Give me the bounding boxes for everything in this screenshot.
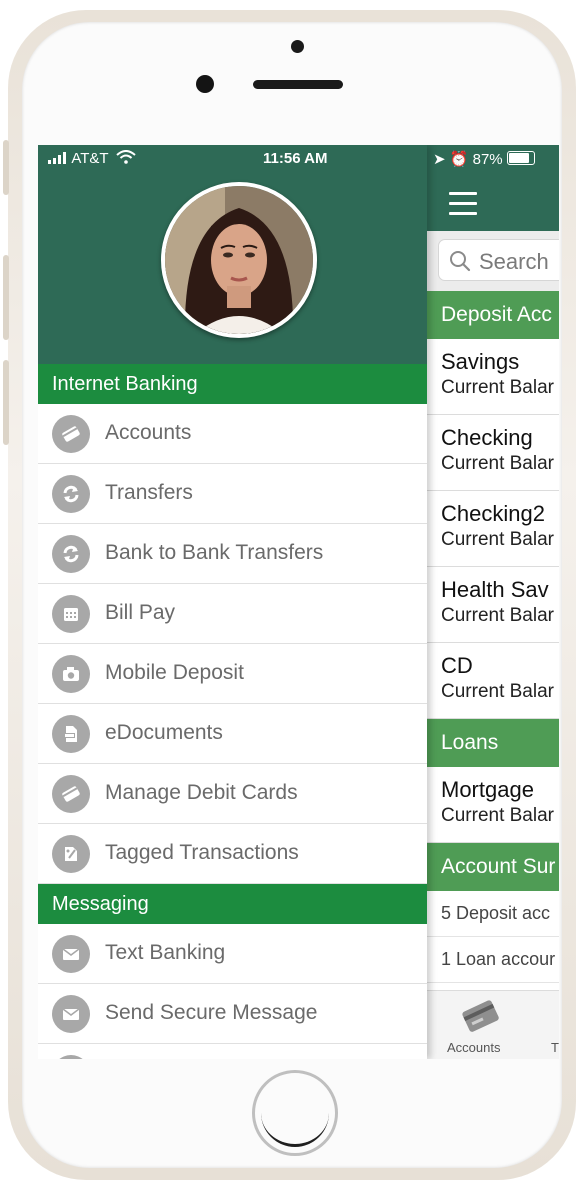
wifi-icon [116, 150, 137, 168]
alarm-icon: ⏰ [449, 151, 469, 168]
tag-icon [52, 835, 90, 873]
account-summary-header: Account Sur [427, 843, 559, 891]
search-icon [450, 251, 471, 272]
loan-row[interactable]: Mortgage Current Balar [427, 767, 559, 843]
account-row[interactable]: Savings Current Balar [427, 339, 559, 415]
carrier-name: AT&T [71, 150, 109, 167]
tab-second[interactable]: T [551, 1040, 559, 1055]
partial-icon [52, 1055, 90, 1059]
menu-item-partial[interactable] [38, 1044, 427, 1059]
battery-percent: 87% [472, 151, 503, 168]
menu-item-mobile-deposit[interactable]: Mobile Deposit [38, 644, 427, 704]
menu-item-accounts[interactable]: Accounts [38, 404, 427, 464]
status-time: 11:56 AM [263, 150, 328, 167]
menu-item-text-banking[interactable]: Text Banking [38, 924, 427, 984]
account-name: Checking2 [441, 501, 545, 526]
account-balance: Current Balar [441, 529, 554, 550]
summary-line: 5 Deposit acc [427, 891, 559, 937]
envelope-icon [52, 995, 90, 1033]
account-row[interactable]: Checking Current Balar [427, 415, 559, 491]
accounts-card-icon[interactable] [459, 999, 503, 1035]
transfer-icon [52, 475, 90, 513]
drawer-header: AT&T 11:56 AM [38, 145, 427, 364]
account-row[interactable]: CD Current Balar [427, 643, 559, 719]
volume-down-button [3, 360, 9, 445]
location-icon: ➤ [433, 151, 446, 168]
hamburger-menu-icon[interactable] [449, 192, 477, 222]
menu-item-label: Transfers [105, 481, 193, 504]
menu-item-label: eDocuments [105, 721, 223, 744]
menu-item-edocuments[interactable]: eDocuments [38, 704, 427, 764]
battery-icon [506, 151, 535, 165]
volume-up-button [3, 255, 9, 340]
profile-avatar[interactable] [161, 182, 317, 338]
search-placeholder: Search [479, 249, 549, 274]
card-icon [52, 415, 90, 453]
document-icon [52, 715, 90, 753]
menu-item-bill-pay[interactable]: Bill Pay [38, 584, 427, 644]
calendar-icon [52, 595, 90, 633]
summary-line: 1 Loan accour [427, 937, 559, 983]
mute-switch [3, 140, 9, 195]
account-name: Savings [441, 349, 520, 374]
envelope-icon [52, 935, 90, 973]
menu-item-label: Bill Pay [105, 601, 176, 624]
card-icon [52, 775, 90, 813]
transfer-icon [52, 535, 90, 573]
menu-item-label: Tagged Transactions [105, 841, 299, 864]
status-left: AT&T [48, 150, 137, 168]
account-row[interactable]: Health Sav Current Balar [427, 567, 559, 643]
proximity-sensor [196, 75, 214, 93]
menu-item-label: Bank to Bank Transfers [105, 541, 324, 564]
menu-drawer: AT&T 11:56 AM Internet Banking Accounts … [38, 145, 427, 1059]
menu-item-label: Text Banking [105, 941, 226, 964]
search-input[interactable]: Search [438, 239, 559, 281]
account-name: Checking [441, 425, 533, 450]
menu-item-label: Manage Debit Cards [105, 781, 298, 804]
account-row[interactable]: Checking2 Current Balar [427, 491, 559, 567]
front-camera [291, 40, 304, 53]
account-name: CD [441, 653, 473, 678]
internet-banking-header: Internet Banking [38, 364, 427, 404]
menu-item-bank-to-bank-transfers[interactable]: Bank to Bank Transfers [38, 524, 427, 584]
menu-item-label: Mobile Deposit [105, 661, 244, 684]
status-right: ➤ ⏰ 87% [433, 150, 535, 168]
messaging-header: Messaging [38, 884, 427, 924]
app-header: ➤ ⏰ 87% [427, 145, 559, 231]
menu-item-send-secure-message[interactable]: Send Secure Message [38, 984, 427, 1044]
menu-item-label: Accounts [105, 421, 192, 444]
earpiece-speaker [253, 80, 343, 89]
account-balance: Current Balar [441, 681, 554, 702]
account-name: Health Sav [441, 577, 549, 602]
account-balance: Current Balar [441, 377, 554, 398]
signal-icon [48, 151, 68, 168]
menu-item-transfers[interactable]: Transfers [38, 464, 427, 524]
account-balance: Current Balar [441, 605, 554, 626]
loan-balance: Current Balar [441, 805, 554, 826]
loan-name: Mortgage [441, 777, 534, 802]
tab-accounts[interactable]: Accounts [447, 1040, 500, 1055]
loans-header: Loans [427, 719, 559, 767]
menu-item-tagged-transactions[interactable]: Tagged Transactions [38, 824, 427, 884]
accounts-screen: ➤ ⏰ 87% Search Deposit Acc Savings Curre… [427, 145, 559, 1059]
camera-icon [52, 655, 90, 693]
deposit-accounts-header: Deposit Acc [427, 291, 559, 339]
account-balance: Current Balar [441, 453, 554, 474]
screen: ➤ ⏰ 87% Search Deposit Acc Savings Curre… [38, 145, 559, 1059]
menu-item-label: Send Secure Message [105, 1001, 318, 1024]
home-button[interactable] [252, 1070, 338, 1156]
search-bar: Search [427, 231, 559, 291]
menu-item-manage-debit-cards[interactable]: Manage Debit Cards [38, 764, 427, 824]
tab-bar: Accounts T [427, 990, 559, 1059]
